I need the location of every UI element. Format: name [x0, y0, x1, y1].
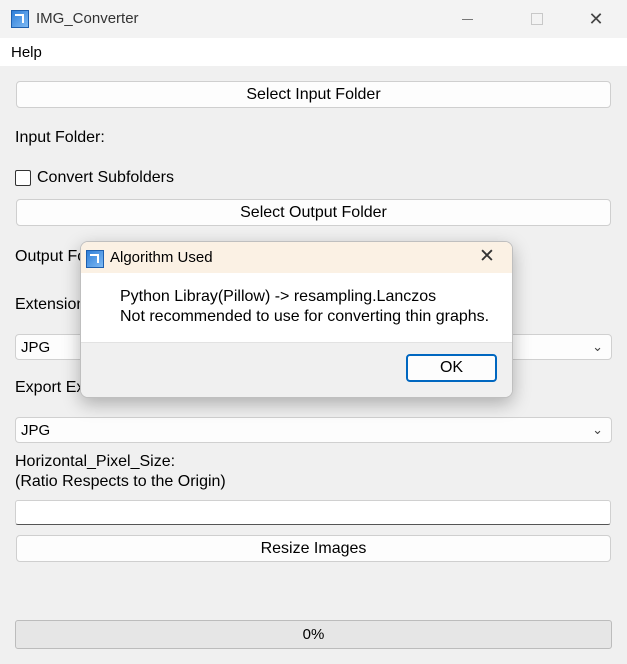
maximize-button[interactable] [514, 0, 560, 38]
chevron-down-icon: ⌄ [592, 422, 603, 437]
menu-help[interactable]: Help [11, 44, 42, 61]
convert-subfolders-checkbox[interactable] [15, 170, 31, 186]
window-title: IMG_Converter [36, 10, 139, 27]
close-button[interactable]: ✕ [573, 0, 619, 38]
close-icon: ✕ [588, 8, 604, 29]
dialog-message-line1: Python Libray(Pillow) -> resampling.Lanc… [120, 288, 437, 305]
resize-images-button[interactable]: Resize Images [16, 535, 611, 562]
output-folder-label: Output Fo [15, 248, 87, 265]
minimize-button[interactable] [444, 0, 490, 38]
chevron-down-icon: ⌄ [592, 339, 603, 354]
input-folder-label: Input Folder: [15, 129, 105, 146]
app-icon [11, 10, 29, 28]
minimize-icon [461, 18, 473, 20]
export-extension-label: Export Ex [15, 379, 85, 396]
progress-bar: 0% [15, 620, 612, 649]
convert-subfolders-label: Convert Subfolders [37, 169, 174, 186]
dialog-message-line2: Not recommended to use for converting th… [120, 308, 490, 325]
dialog-footer: OK [81, 342, 512, 397]
extension-label: Extension [15, 296, 86, 313]
app-icon [86, 250, 104, 268]
pixel-size-hint: (Ratio Respects to the Origin) [15, 473, 226, 490]
extension-value: JPG [21, 339, 51, 356]
dialog-close-icon[interactable]: ✕ [479, 245, 495, 268]
progress-text: 0% [302, 626, 325, 643]
dialog-title-bar: Algorithm Used ✕ [81, 242, 512, 273]
pixel-size-input[interactable] [15, 500, 611, 525]
ok-button[interactable]: OK [406, 354, 497, 382]
dialog-title: Algorithm Used [110, 249, 213, 266]
algorithm-dialog: Algorithm Used ✕ Python Libray(Pillow) -… [80, 241, 513, 398]
dialog-body: Python Libray(Pillow) -> resampling.Lanc… [81, 273, 512, 342]
menu-bar: Help [0, 38, 627, 66]
pixel-size-label: Horizontal_Pixel_Size: [15, 453, 176, 470]
export-extension-select[interactable]: JPG ⌄ [15, 417, 612, 443]
select-output-folder-button[interactable]: Select Output Folder [16, 199, 611, 226]
export-extension-value: JPG [21, 422, 51, 439]
select-input-folder-button[interactable]: Select Input Folder [16, 81, 611, 108]
title-bar: IMG_Converter ✕ [0, 0, 627, 39]
maximize-icon [531, 13, 543, 25]
